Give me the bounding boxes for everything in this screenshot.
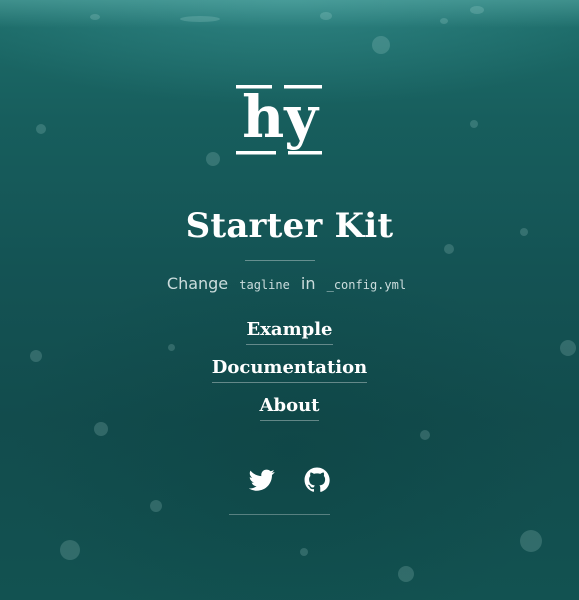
water-surface bbox=[0, 0, 579, 28]
page: { "logo": { "alt": "hy" }, "site": { "ti… bbox=[0, 0, 579, 600]
tagline-middle: in bbox=[300, 274, 316, 293]
github-link[interactable] bbox=[304, 467, 330, 493]
nav-item: About bbox=[0, 394, 579, 432]
github-icon bbox=[304, 467, 330, 492]
site-title: Starter Kit bbox=[185, 206, 394, 246]
tagline-code-config: _config.yml bbox=[326, 278, 407, 292]
tagline-prefix: Change bbox=[166, 274, 229, 293]
title-divider bbox=[245, 260, 315, 261]
sidebar-nav: Example Documentation About bbox=[0, 318, 579, 432]
nav-link-example[interactable]: Example bbox=[246, 318, 333, 345]
twitter-link[interactable] bbox=[248, 467, 275, 493]
nav-item: Example bbox=[0, 318, 579, 356]
nav-link-about[interactable]: About bbox=[259, 394, 320, 421]
nav-link-documentation[interactable]: Documentation bbox=[211, 356, 368, 383]
hy-logo: hy bbox=[236, 85, 322, 155]
twitter-icon bbox=[248, 469, 275, 491]
logo-text: hy bbox=[242, 85, 320, 151]
bottom-divider bbox=[229, 514, 330, 515]
nav-item: Documentation bbox=[0, 356, 579, 394]
site-tagline: Change tagline in _config.yml bbox=[0, 274, 579, 293]
social-links bbox=[0, 467, 579, 497]
tagline-code-tagline: tagline bbox=[239, 278, 290, 292]
